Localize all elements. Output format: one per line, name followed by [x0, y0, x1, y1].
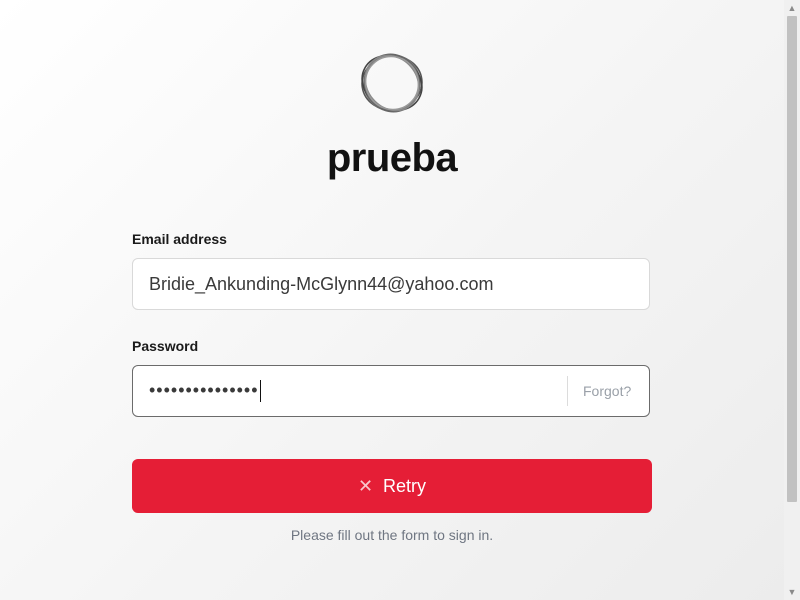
scrollbar-thumb[interactable]: [787, 16, 797, 502]
email-label: Email address: [132, 231, 227, 247]
status-message: Please fill out the form to sign in.: [290, 527, 494, 543]
password-field[interactable]: ••••••••••••••• Forgot?: [132, 365, 650, 417]
password-dots: •••••••••••••••: [149, 380, 259, 400]
scroll-up-arrow-icon[interactable]: ▲: [784, 0, 800, 16]
close-icon: ✕: [357, 476, 374, 496]
forgot-password-link[interactable]: Forgot?: [583, 383, 631, 399]
field-divider: [567, 376, 568, 406]
password-value: •••••••••••••••: [149, 380, 261, 403]
app-title: prueba: [326, 136, 458, 180]
text-caret: [259, 380, 261, 403]
ring-logo-icon: [361, 53, 423, 113]
password-label: Password: [132, 338, 199, 354]
email-field[interactable]: Bridie_Ankunding-McGlynn44@yahoo.com: [132, 258, 650, 310]
email-value: Bridie_Ankunding-McGlynn44@yahoo.com: [149, 274, 494, 294]
scroll-down-arrow-icon[interactable]: ▼: [784, 584, 800, 600]
retry-button-label: Retry: [383, 475, 427, 496]
sign-in-page: prueba Email address Bridie_Ankunding-Mc…: [0, 0, 784, 600]
vertical-scrollbar[interactable]: ▲ ▼: [784, 0, 800, 600]
retry-button[interactable]: ✕ Retry: [132, 459, 652, 513]
